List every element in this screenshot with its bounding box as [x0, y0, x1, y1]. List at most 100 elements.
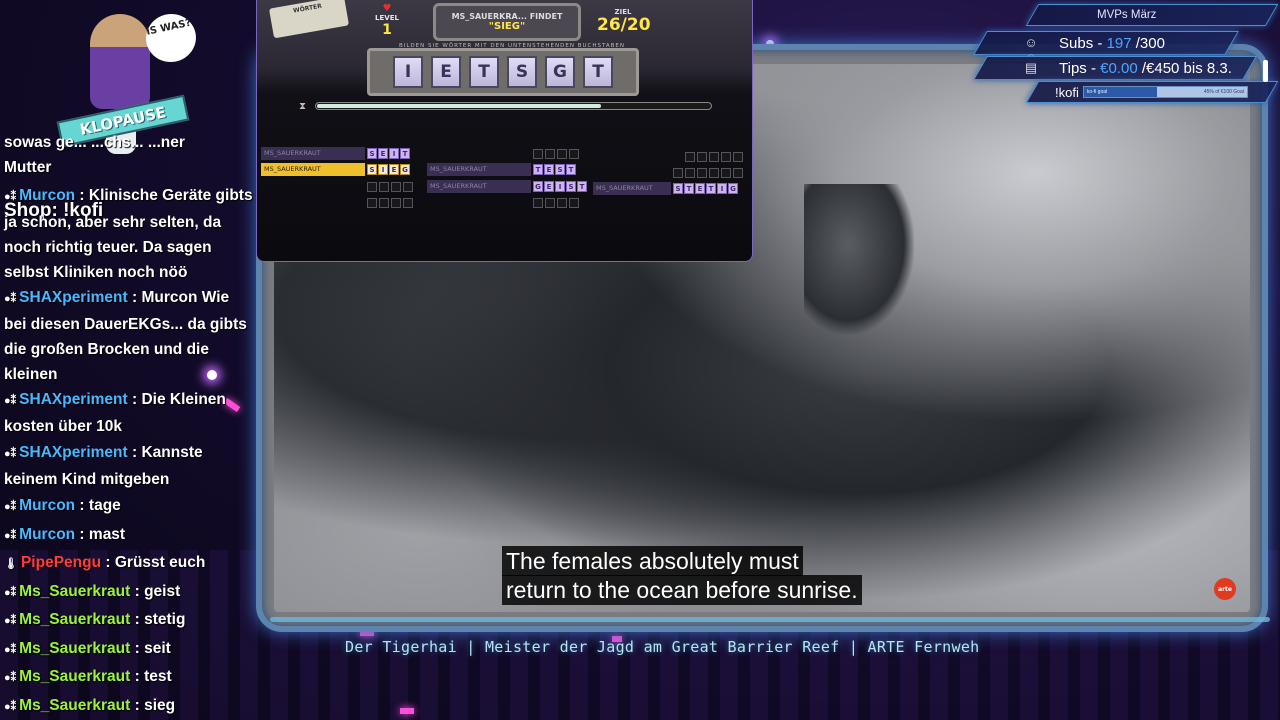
coins-icon: ▤	[1024, 60, 1038, 75]
letter-tile: I	[393, 56, 423, 88]
badge-icon: ●⁑	[4, 701, 17, 713]
word-tile: E	[389, 164, 399, 175]
chat-username[interactable]: Ms_Sauerkraut	[19, 668, 130, 685]
word-tile: I	[717, 183, 727, 194]
word-owner: MS_SAUERKRAUT	[427, 180, 531, 193]
empty-word-row	[685, 150, 745, 163]
word-tile: I	[378, 164, 388, 175]
goal-indicator: ZIEL 26/20	[597, 8, 651, 34]
scroll-indicator	[1263, 60, 1268, 82]
speech-bubble: IS WAS?	[141, 9, 201, 67]
chat-username[interactable]: Ms_Sauerkraut	[19, 611, 130, 628]
chat-message: ●⁑ Murcon : Klinische Geräte gibts ja sch…	[4, 183, 254, 285]
chat-separator: :	[101, 554, 115, 571]
empty-tile	[379, 197, 389, 208]
chat-username[interactable]: Murcon	[19, 497, 75, 514]
chat-message: 🌡 PipePengu : Grüsst euch	[4, 550, 254, 577]
chat-text: seit	[144, 640, 171, 657]
empty-tile	[673, 167, 683, 178]
subs-goal-row: ☺☺ Subs - 197 /300	[973, 31, 1239, 65]
chat-username[interactable]: Ms_Sauerkraut	[19, 583, 130, 600]
letter-tile: T	[469, 56, 499, 88]
empty-tile	[403, 197, 413, 208]
chat-message: ●⁑ Ms_Sauerkraut : geist	[4, 579, 254, 606]
chat-text: geist	[144, 583, 181, 600]
empty-tile	[367, 181, 377, 192]
letter-tile: G	[545, 56, 575, 88]
empty-word-row	[533, 147, 581, 160]
found-word: "SIEG"	[488, 21, 526, 32]
empty-tile	[569, 148, 579, 159]
chat-text: sowas ge... ...chs... ...ner	[4, 134, 185, 151]
chat-username[interactable]: Murcon	[19, 187, 75, 204]
word-owner: MS_SAUERKRAUT	[261, 163, 365, 176]
word-tile: T	[400, 148, 410, 159]
letter-tile: T	[583, 56, 613, 88]
chat-username[interactable]: PipePengu	[21, 554, 101, 571]
level-indicator: ♥ LEVEL 1	[373, 4, 401, 39]
chat-separator: :	[130, 640, 145, 657]
chat-message: ●⁑ Ms_Sauerkraut : sieg	[4, 693, 254, 720]
word-tile: E	[544, 181, 554, 192]
badge-icon: ●⁑	[4, 615, 17, 627]
game-logo: WÖRTER	[268, 0, 350, 39]
empty-tile	[557, 197, 567, 208]
chat-username[interactable]: SHAXperiment	[19, 391, 128, 408]
chat-username[interactable]: Ms_Sauerkraut	[19, 697, 130, 714]
empty-tile	[709, 167, 719, 178]
kofi-goal-row: !kofi ko-fi goal 45% of €100 Goal	[1025, 81, 1279, 103]
chat-username[interactable]: SHAXperiment	[19, 289, 128, 306]
chat-text: sieg	[144, 697, 176, 714]
chat-message: ●⁑ Murcon : tage	[4, 493, 254, 520]
badge-icon: ●⁑	[4, 644, 17, 656]
chat-text: mast	[88, 526, 126, 543]
found-word-row: MS_SAUERKRAUT S T E T I G	[593, 182, 739, 195]
empty-tile	[545, 197, 555, 208]
chat-username[interactable]: SHAXperiment	[19, 444, 128, 461]
chat-text: Grüsst euch	[114, 554, 206, 571]
tips-goal: /€450 bis 8.3.	[1141, 59, 1232, 77]
word-tile: I	[389, 148, 399, 159]
tips-label: Tips -	[1059, 59, 1096, 77]
word-tile: S	[673, 183, 683, 194]
level-value: 1	[382, 22, 392, 38]
empty-tile	[733, 167, 743, 178]
letter-tile: E	[431, 56, 461, 88]
word-tile: G	[400, 164, 410, 175]
chat-username[interactable]: Ms_Sauerkraut	[19, 640, 130, 657]
empty-tile	[721, 151, 731, 162]
found-word-box: MS_SAUERKRA... FINDET "SIEG"	[433, 3, 581, 41]
kofi-bar-left-text: ko-fi goal	[1086, 89, 1108, 95]
kofi-progress-bar: ko-fi goal 45% of €100 Goal	[1082, 86, 1248, 98]
empty-tile	[557, 148, 567, 159]
level-label: LEVEL	[375, 14, 399, 22]
word-tile: S	[367, 164, 377, 175]
chat-message: ●⁑ Ms_Sauerkraut : seit	[4, 636, 254, 663]
letter-tiles: I E T S G T	[367, 48, 639, 96]
chat-message: ●⁑ Ms_Sauerkraut : stetig	[4, 607, 254, 634]
word-tile: T	[684, 183, 694, 194]
subtitle-line-2: return to the ocean before sunrise.	[502, 575, 862, 605]
chat-text: Mutter	[4, 159, 52, 176]
chat-separator: :	[130, 668, 145, 685]
chat-message: sowas ge... ...chs... ...ner	[4, 130, 254, 155]
badge-icon: ●⁑	[4, 672, 17, 684]
chat-message: Mutter	[4, 155, 254, 180]
empty-tile	[391, 181, 401, 192]
goals-panel: MVPs März ☺☺ Subs - 197 /300 ▤ Tips - €0…	[966, 4, 1279, 104]
badge-icon: ●⁑	[4, 191, 17, 203]
chat-username[interactable]: Murcon	[19, 526, 75, 543]
word-tile: T	[533, 164, 543, 175]
channel-logo: arte	[1214, 578, 1236, 600]
empty-tile	[533, 148, 543, 159]
word-tile: E	[378, 148, 388, 159]
chat-text: stetig	[144, 611, 186, 628]
mascot-character	[90, 14, 150, 109]
empty-word-row	[367, 180, 415, 193]
chat-separator: :	[75, 187, 89, 204]
found-word-row: MS_SAUERKRAUT T E S T	[427, 163, 577, 176]
badge-icon: 🌡	[4, 558, 18, 570]
stream-title: Der Tigerhai | Meister der Jagd am Great…	[345, 638, 980, 656]
empty-tile	[367, 197, 377, 208]
word-tile: T	[577, 181, 587, 192]
